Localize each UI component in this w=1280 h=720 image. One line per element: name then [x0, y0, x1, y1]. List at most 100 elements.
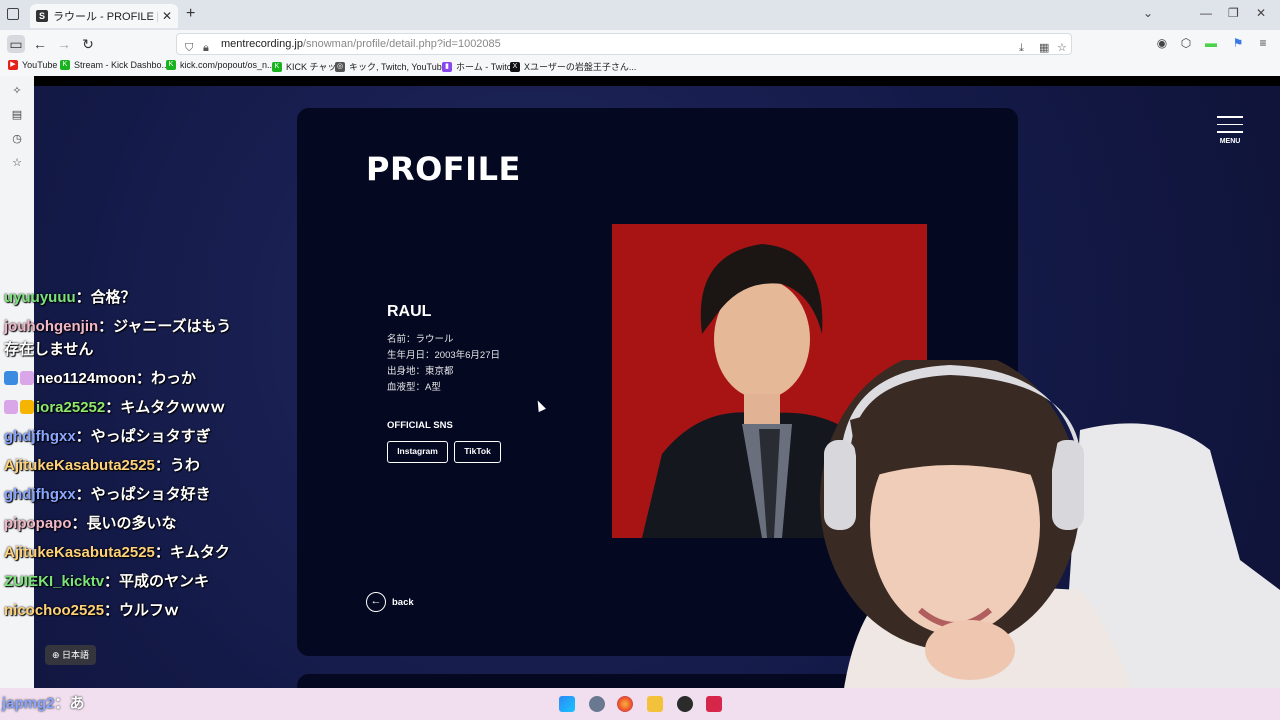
chat-text: ：平成のヤンキ: [104, 573, 210, 590]
bookmark-favicon-icon: X: [510, 61, 520, 72]
restore-icon[interactable]: ❐: [1228, 6, 1239, 20]
instagram-button[interactable]: Instagram: [387, 441, 448, 463]
bookmark-star-icon[interactable]: ☆: [10, 156, 24, 170]
chat-text: ：やっぱショタ好き: [75, 486, 211, 503]
forward-arrow-icon[interactable]: →: [55, 35, 73, 53]
menu-icon[interactable]: ≡: [1256, 36, 1270, 50]
back-label: back: [392, 596, 414, 608]
chat-message: ghdjfhgxx：やっぱショタ好き: [4, 480, 234, 509]
url-host: mentrecording.jp: [221, 38, 303, 50]
chat-text: ：キムタク: [154, 544, 230, 561]
account-icon[interactable]: ◉: [1155, 36, 1169, 50]
tab-active[interactable]: S ラウール - PROFILE | Snow Man ✕: [30, 4, 178, 28]
file-explorer-icon[interactable]: [647, 696, 663, 712]
chat-username: ghdjfhgxx: [4, 486, 76, 503]
bookmark-favicon-icon: ▶: [8, 60, 18, 70]
sns-heading: OFFICIAL SNS: [387, 420, 453, 431]
bookmark-item[interactable]: Kkick.com/popout/os_n...: [166, 60, 275, 70]
sidebar-toggle-icon[interactable]: ▭: [7, 35, 25, 53]
bookmark-label: Stream - Kick Dashbo...: [74, 60, 170, 70]
chat-message: ZUIEKI_kicktv：平成のヤンキ: [4, 567, 234, 596]
bookmark-item[interactable]: X Xユーザーの岩盤王子さん...: [510, 60, 636, 73]
chat-message: uyuuyuuu：合格？: [4, 283, 234, 312]
chat-username: uyuuyuuu: [4, 289, 76, 306]
bookmark-label: キック, Twitch, YouTub...: [349, 62, 450, 72]
obs-icon[interactable]: [677, 696, 693, 712]
tiktok-button[interactable]: TikTok: [454, 441, 501, 463]
info-line: 生年月日：2003年6月27日: [387, 350, 500, 361]
history-icon[interactable]: ◷: [10, 132, 24, 146]
back-arrow-icon[interactable]: ←: [31, 35, 49, 53]
address-bar[interactable]: ⛉ 🔒︎ mentrecording.jp/snowman/profile/de…: [176, 33, 1072, 55]
shield-icon[interactable]: ⛉: [185, 38, 193, 58]
chat-username: jouhohgenjin: [4, 318, 99, 335]
site-menu-button[interactable]: MENU: [1217, 116, 1243, 145]
back-link[interactable]: ← back: [366, 592, 414, 612]
reload-icon[interactable]: ↻: [79, 35, 97, 53]
settings-gear-icon[interactable]: [589, 696, 605, 712]
chat-message: AjitukeKasabuta2525：うわ: [4, 451, 234, 480]
window-close-icon[interactable]: ✕: [1256, 6, 1266, 20]
windows-start-icon[interactable]: [559, 696, 575, 712]
chat-username: iora25252: [36, 399, 106, 416]
extension-blue-icon[interactable]: ⚑: [1231, 36, 1245, 50]
ai-sparkle-icon[interactable]: ✧: [10, 84, 24, 98]
info-line: 血液型：A型: [387, 382, 441, 393]
extensions-icon[interactable]: ⬡: [1179, 36, 1193, 50]
chat-text: ：ウルフｗ: [104, 602, 180, 619]
app-red-icon[interactable]: [706, 696, 722, 712]
chat-text: ：わっか: [136, 370, 197, 387]
chat-username: pipopapo: [4, 515, 72, 532]
chat-badge-icon: [20, 371, 34, 385]
download-icon[interactable]: ⤓: [1019, 38, 1024, 58]
star-icon[interactable]: ☆: [1057, 38, 1067, 58]
chat-username: AjitukeKasabuta2525: [4, 544, 155, 561]
bookmark-label: ホーム - Twitch: [456, 62, 517, 72]
tab-list-icon[interactable]: [7, 8, 19, 20]
chat-text: ：やっぱショタすぎ: [75, 428, 211, 445]
reader-icon[interactable]: ▤: [10, 108, 24, 122]
bookmark-item[interactable]: ▮ ホーム - Twitch: [442, 60, 516, 73]
minimize-icon[interactable]: —: [1200, 6, 1212, 20]
bookmark-favicon-icon: ▮: [442, 61, 452, 72]
bookmark-item[interactable]: ▶ YouTube: [8, 60, 57, 70]
language-button[interactable]: ⊕ 日本語: [45, 645, 97, 665]
favicon-icon: S: [36, 10, 48, 22]
bookmark-label: YouTube: [22, 60, 58, 70]
browser-nav-bar: ▭ ← → ↻ ⛉ 🔒︎ mentrecording.jp/snowman/pr…: [0, 30, 1280, 58]
member-name: RAUL: [387, 303, 432, 320]
menu-label: MENU: [1219, 137, 1241, 145]
language-label: 日本語: [62, 650, 90, 660]
os-taskbar: [0, 688, 1280, 720]
bookmark-item[interactable]: K Stream - Kick Dashbo...: [60, 60, 169, 70]
lock-icon[interactable]: 🔒︎: [203, 38, 209, 58]
close-tab-icon[interactable]: ✕: [162, 9, 172, 23]
chat-message: nicochoo2525：ウルフｗ: [4, 596, 234, 625]
bookmark-item[interactable]: ◎ キック, Twitch, YouTub...: [335, 60, 449, 73]
info-line: 出身地：東京都: [387, 366, 454, 377]
chat-username: ghdjfhgxx: [4, 428, 76, 445]
bottom-chat-message: japmg2：あ: [2, 692, 85, 713]
chevron-down-icon[interactable]: ⌄: [1143, 6, 1153, 20]
chat-message: ghdjfhgxx：やっぱショタすぎ: [4, 422, 234, 451]
chat-text: ：うわ: [154, 457, 200, 474]
page-title: PROFILE: [366, 150, 521, 188]
firefox-icon[interactable]: [617, 696, 633, 712]
bookmark-favicon-icon: K: [272, 61, 282, 72]
url-path: /snowman/profile/detail.php?id=1002085: [302, 38, 501, 50]
chat-text: ：長いの多いな: [71, 515, 177, 532]
chat-message: neo1124moon：わっか: [4, 364, 234, 393]
bookmark-favicon-icon: K: [166, 60, 176, 70]
chat-message: jouhohgenjin：ジャニーズはもう存在しません: [4, 312, 234, 364]
chat-username: AjitukeKasabuta2525: [4, 457, 155, 474]
chat-text: ：あ: [54, 695, 85, 712]
chat-text: ：キムタクｗｗｗ: [105, 399, 226, 416]
tab-title: ラウール - PROFILE | Snow Man: [53, 11, 158, 23]
bookmark-favicon-icon: K: [60, 60, 70, 70]
extension-green-icon[interactable]: ▬: [1204, 36, 1218, 50]
back-arrow-icon: ←: [366, 592, 386, 612]
new-tab-button[interactable]: +: [186, 5, 195, 23]
chat-username: japmg2: [2, 695, 55, 712]
translate-icon[interactable]: ▦: [1039, 38, 1049, 58]
chat-badge-icon: [20, 400, 34, 414]
